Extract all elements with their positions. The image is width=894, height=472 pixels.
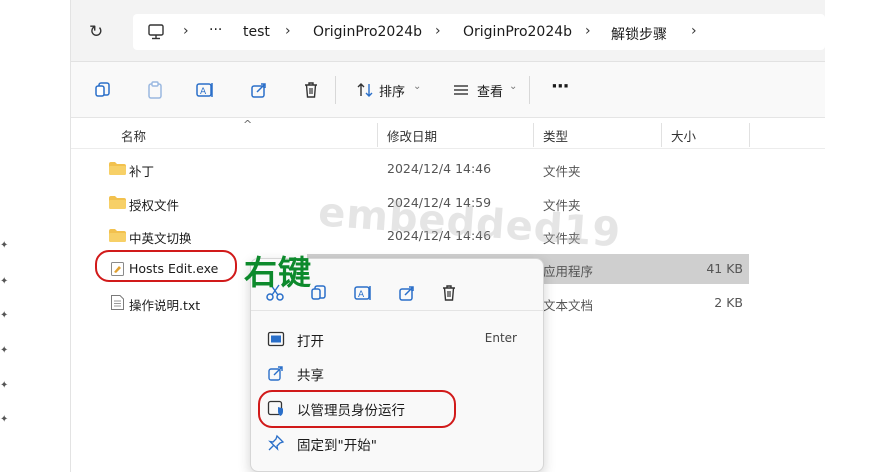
breadcrumb-item[interactable]: OriginPro2024b	[463, 24, 572, 40]
context-menu-open[interactable]: 打开 Enter	[261, 323, 533, 355]
toolbar-divider	[335, 76, 336, 104]
view-icon[interactable]	[451, 80, 471, 100]
paste-icon[interactable]	[145, 80, 165, 100]
menu-item-label: 共享	[297, 368, 324, 384]
column-divider[interactable]	[533, 123, 534, 147]
column-header-size[interactable]: 大小	[671, 126, 696, 145]
chevron-down-icon: ⌄	[509, 81, 518, 92]
command-toolbar: A 排序 ⌄ 查看 ⌄ ···	[71, 62, 825, 118]
breadcrumb-separator: ›	[585, 23, 591, 39]
column-headers: ^ 名称 修改日期 类型 大小	[71, 118, 825, 149]
breadcrumb-separator: ›	[435, 23, 441, 39]
context-menu-pin-to-start[interactable]: 固定到"开始"	[261, 427, 533, 459]
refresh-icon[interactable]: ↻	[89, 22, 109, 42]
pin-icon: ✦	[0, 276, 9, 287]
column-header-name[interactable]: 名称	[121, 126, 146, 145]
menu-item-shortcut: Enter	[484, 331, 517, 345]
address-bar: ↻ › ··· test › OriginPro2024b › OriginPr…	[71, 0, 825, 62]
toolbar-divider	[529, 76, 530, 104]
menu-item-label: 打开	[297, 334, 324, 350]
share-icon[interactable]	[249, 80, 269, 100]
file-name: 中英文切换	[129, 231, 192, 246]
column-divider[interactable]	[749, 123, 750, 147]
chevron-down-icon: ⌄	[413, 81, 422, 92]
svg-text:A: A	[200, 87, 207, 97]
table-row[interactable]: 补丁 2024/12/4 14:46 文件夹	[101, 154, 749, 184]
view-button[interactable]: 查看	[477, 81, 503, 100]
column-divider[interactable]	[377, 123, 378, 147]
delete-icon[interactable]	[301, 80, 321, 100]
highlight-ring-file	[95, 250, 237, 282]
sort-icon[interactable]	[355, 80, 375, 100]
file-name: 补丁	[129, 164, 155, 179]
svg-text:A: A	[358, 290, 365, 300]
pin-icon	[268, 434, 285, 451]
folder-icon	[109, 196, 126, 209]
breadcrumb[interactable]: › ··· test › OriginPro2024b › OriginPro2…	[133, 14, 825, 50]
breadcrumb-separator: ›	[691, 23, 697, 39]
highlight-ring-menu-item	[258, 390, 456, 428]
breadcrumb-item[interactable]: test	[243, 24, 270, 40]
pin-icon: ✦	[0, 414, 9, 425]
breadcrumb-separator: ›	[285, 23, 291, 39]
menu-item-label: 固定到"开始"	[297, 438, 377, 454]
file-modified: 2024/12/4 14:46	[387, 161, 492, 176]
open-icon	[267, 331, 285, 347]
computer-icon[interactable]	[147, 23, 165, 41]
file-name: 操作说明.txt	[129, 298, 201, 313]
pin-icon: ✦	[0, 240, 9, 251]
new-icon[interactable]	[93, 80, 113, 100]
column-header-modified[interactable]: 修改日期	[387, 126, 437, 145]
pin-icon: ✦	[0, 345, 9, 356]
more-options-button[interactable]: ···	[551, 76, 569, 97]
pin-icon: ✦	[0, 310, 9, 321]
file-size: 2 KB	[714, 295, 743, 310]
right-click-annotation: 右键	[244, 253, 312, 292]
rename-icon[interactable]: A	[195, 80, 215, 100]
pin-icon: ✦	[0, 380, 9, 391]
file-type: 应用程序	[543, 264, 594, 279]
file-type: 文本文档	[543, 298, 594, 313]
breadcrumb-item[interactable]: OriginPro2024b	[313, 24, 422, 40]
rename-icon[interactable]: A	[353, 283, 373, 303]
breadcrumb-overflow[interactable]: ···	[209, 22, 222, 38]
copy-icon[interactable]	[309, 283, 329, 303]
delete-icon[interactable]	[439, 283, 459, 303]
file-type: 文件夹	[543, 164, 581, 179]
breadcrumb-separator: ›	[183, 23, 189, 39]
breadcrumb-item[interactable]: 解锁步骤	[611, 24, 667, 44]
sort-ascending-icon: ^	[243, 118, 253, 131]
column-header-type[interactable]: 类型	[543, 126, 568, 145]
file-size: 41 KB	[706, 261, 743, 276]
context-menu-share[interactable]: 共享	[261, 357, 533, 389]
folder-icon	[109, 162, 126, 175]
share-icon[interactable]	[397, 283, 417, 303]
file-name: 授权文件	[129, 198, 180, 213]
sort-button[interactable]: 排序	[379, 81, 405, 100]
share-icon	[268, 366, 283, 381]
column-divider[interactable]	[661, 123, 662, 147]
folder-icon	[109, 229, 126, 242]
text-file-icon	[111, 295, 124, 310]
